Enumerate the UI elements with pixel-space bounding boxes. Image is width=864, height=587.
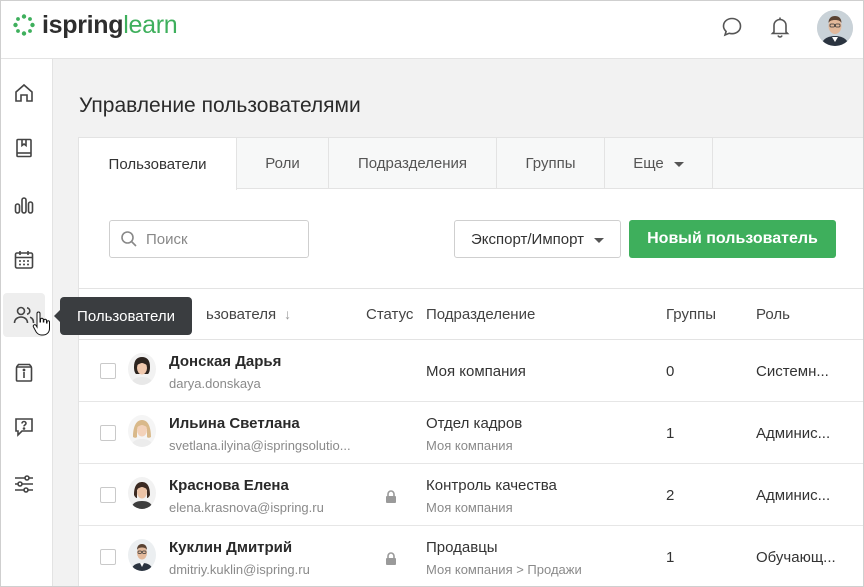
sidebar-item-help[interactable] xyxy=(3,405,45,449)
groups-count: 2 xyxy=(666,487,675,504)
row-checkbox[interactable] xyxy=(100,549,116,565)
row-checkbox[interactable] xyxy=(100,425,116,441)
column-groups: Группы xyxy=(666,305,716,323)
column-role: Роль xyxy=(756,305,790,323)
sidebar-item-home[interactable] xyxy=(3,71,45,115)
users-card: Пользователи Роли Подразделения Группы Е… xyxy=(78,137,863,586)
logo-text: ispringlearn xyxy=(42,10,178,39)
user-name[interactable]: Донская Дарья xyxy=(169,353,281,370)
tab-bar: Пользователи Роли Подразделения Группы Е… xyxy=(79,138,863,190)
tab-users[interactable]: Пользователи xyxy=(79,138,237,190)
department-name: Контроль качества xyxy=(426,477,557,494)
tab-roles[interactable]: Роли xyxy=(237,138,329,189)
new-user-button[interactable]: Новый пользователь xyxy=(629,220,836,258)
lock-icon xyxy=(386,552,396,565)
user-photo xyxy=(128,477,156,509)
user-login: elena.krasnova@ispring.ru xyxy=(169,500,324,515)
logo[interactable]: ispringlearn xyxy=(12,10,178,39)
sidebar-item-reports[interactable] xyxy=(3,183,45,227)
user-name[interactable]: Краснова Елена xyxy=(169,477,289,494)
column-user[interactable]: ьзователя ↓ xyxy=(206,289,291,339)
row-checkbox[interactable] xyxy=(100,487,116,503)
calendar-icon xyxy=(14,251,34,269)
groups-count: 1 xyxy=(666,549,675,566)
sidebar-tooltip: Пользователи xyxy=(54,297,192,335)
sidebar-item-courses[interactable] xyxy=(3,126,45,170)
department-name: Продавцы xyxy=(426,539,498,556)
column-user-label: ьзователя xyxy=(206,305,277,323)
user-photo xyxy=(128,415,156,447)
export-import-button[interactable]: Экспорт/Импорт xyxy=(454,220,621,258)
table-row[interactable]: Краснова Елена elena.krasnova@ispring.ru… xyxy=(79,464,863,526)
department-path: Моя компания xyxy=(426,500,513,515)
bell-icon[interactable] xyxy=(768,15,792,39)
user-login: darya.donskaya xyxy=(169,376,261,391)
top-header: ispringlearn xyxy=(1,1,863,59)
hand-cursor-icon xyxy=(32,311,50,336)
user-avatar[interactable] xyxy=(817,10,853,46)
role-name: Обучающ... xyxy=(756,549,836,566)
department-path: Моя компания xyxy=(426,438,513,453)
user-name[interactable]: Куклин Дмитрий xyxy=(169,539,292,556)
home-icon xyxy=(15,83,33,102)
search-field[interactable] xyxy=(109,220,309,258)
role-name: Системн... xyxy=(756,363,829,380)
column-status: Статус xyxy=(366,305,414,323)
user-photo xyxy=(128,539,156,571)
caret-down-icon xyxy=(593,237,604,243)
row-checkbox[interactable] xyxy=(100,363,116,379)
table-header: ьзователя ↓ Статус Подразделение Группы … xyxy=(79,288,863,340)
sort-arrow-down-icon: ↓ xyxy=(284,306,292,322)
department-path: Моя компания > Продажи xyxy=(426,562,582,577)
user-name[interactable]: Ильина Светлана xyxy=(169,415,300,432)
book-icon xyxy=(16,138,32,158)
column-department: Подразделение xyxy=(426,305,536,323)
app-window: ispringlearn Пользователи Управление пол… xyxy=(0,0,864,587)
table-row[interactable]: Куклин Дмитрий dmitriy.kuklin@ispring.ru… xyxy=(79,526,863,586)
sidebar-item-info[interactable] xyxy=(3,351,45,395)
department-name: Отдел кадров xyxy=(426,415,523,432)
chat-icon[interactable] xyxy=(720,15,744,39)
role-name: Админис... xyxy=(756,487,831,504)
tab-more[interactable]: Еще xyxy=(605,138,713,189)
question-icon xyxy=(15,418,33,437)
groups-count: 1 xyxy=(666,425,675,442)
export-import-label: Экспорт/Импорт xyxy=(471,230,584,248)
tab-departments[interactable]: Подразделения xyxy=(329,138,497,189)
groups-count: 0 xyxy=(666,363,675,380)
tab-groups[interactable]: Группы xyxy=(497,138,605,189)
bar-chart-icon xyxy=(14,197,34,214)
tab-more-label: Еще xyxy=(633,155,664,172)
user-photo xyxy=(128,353,156,385)
department-name: Моя компания xyxy=(426,363,526,380)
search-icon xyxy=(121,231,137,247)
user-login: svetlana.ilyina@ispringsolutio... xyxy=(169,438,351,453)
info-box-icon xyxy=(15,363,33,382)
search-input[interactable] xyxy=(146,230,306,248)
table-row[interactable]: Донская Дарья darya.donskaya Моя компани… xyxy=(79,340,863,402)
user-login: dmitriy.kuklin@ispring.ru xyxy=(169,562,310,577)
lock-icon xyxy=(386,490,396,503)
sidebar-item-settings[interactable] xyxy=(3,462,45,506)
role-name: Админис... xyxy=(756,425,831,442)
caret-down-icon xyxy=(673,162,684,167)
page-title: Управление пользователями xyxy=(79,94,361,117)
sidebar-item-calendar[interactable] xyxy=(3,238,45,282)
ispring-logo-icon xyxy=(13,14,35,36)
table-row[interactable]: Ильина Светлана svetlana.ilyina@isprings… xyxy=(79,402,863,464)
sliders-icon xyxy=(15,475,33,493)
